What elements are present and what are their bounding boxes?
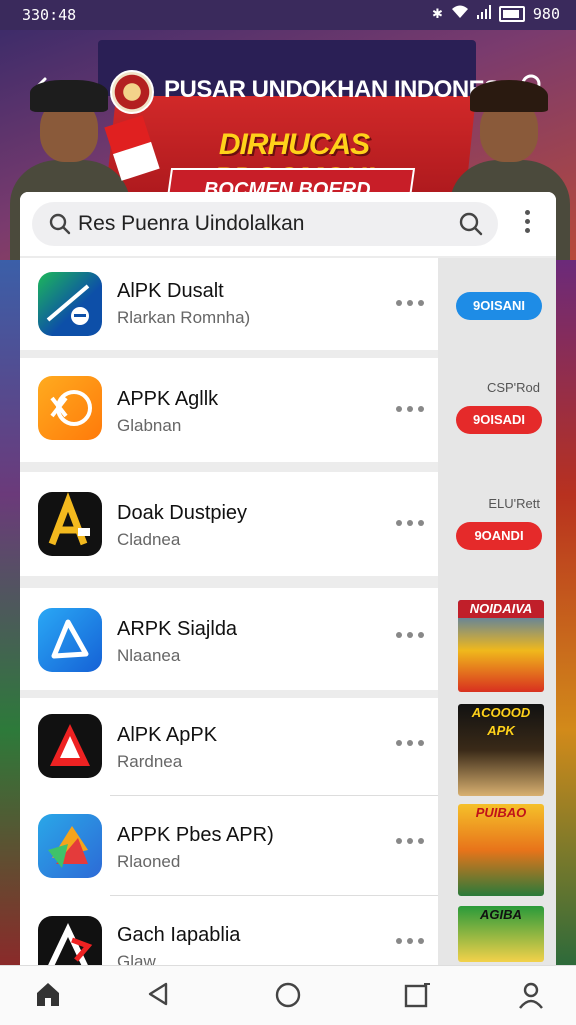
battery-text: 980 bbox=[532, 5, 560, 23]
list-item[interactable]: Gach Iapablia Glaw bbox=[20, 896, 438, 965]
price-label: CSP'Rod bbox=[486, 380, 540, 395]
app-icon bbox=[38, 814, 102, 878]
install-button[interactable]: 9OISADI bbox=[456, 406, 542, 434]
signal-icon bbox=[476, 5, 491, 23]
list-item[interactable]: APPK Agllk Glabnan bbox=[20, 358, 438, 462]
background-strip-right bbox=[556, 260, 576, 965]
more-icon[interactable] bbox=[396, 520, 424, 528]
more-icon[interactable] bbox=[396, 938, 424, 946]
status-bar: 330:48 ✱ 980 bbox=[0, 0, 576, 30]
status-icons: ✱ 980 bbox=[432, 5, 560, 23]
promo-thumbnail[interactable]: NOIDAIVA bbox=[458, 600, 544, 692]
background-strip-left bbox=[0, 260, 20, 965]
app-icon bbox=[38, 272, 102, 336]
search-bar-container: Res Puenra Uindolalkan bbox=[20, 192, 556, 256]
home-icon[interactable] bbox=[34, 980, 64, 1010]
promo-thumbnail[interactable]: PUIBAO bbox=[458, 804, 544, 896]
app-subtitle: Nlaanea bbox=[117, 646, 181, 665]
list-item[interactable]: ARPK Siajlda Nlaanea bbox=[20, 588, 438, 690]
app-name: APPK Pbes APR) bbox=[117, 824, 274, 846]
promo-thumbnail[interactable]: AGIBA bbox=[458, 906, 544, 962]
app-subtitle: Rlarkan Romnha) bbox=[117, 308, 251, 327]
app-icon bbox=[38, 608, 102, 672]
more-icon[interactable] bbox=[396, 740, 424, 748]
bottom-nav-bar bbox=[0, 965, 576, 1025]
price-label: ELU'Rett bbox=[488, 496, 540, 511]
bluetooth-icon: ✱ bbox=[432, 6, 443, 21]
right-column: 9OISANI CSP'Rod 9OISADI ELU'Rett 9OANDI … bbox=[438, 258, 556, 965]
app-subtitle: Cladnea bbox=[117, 530, 181, 549]
battery-icon bbox=[498, 6, 525, 22]
app-subtitle: Glabnan bbox=[117, 416, 182, 435]
more-icon[interactable] bbox=[396, 300, 424, 308]
app-icon bbox=[38, 714, 102, 778]
search-query: Res Puenra Uindolalkan bbox=[78, 212, 305, 235]
install-button[interactable]: 9OANDI bbox=[456, 522, 542, 550]
list-item[interactable]: APPK Pbes APR) Rlaoned bbox=[20, 796, 438, 896]
more-icon[interactable] bbox=[396, 838, 424, 846]
more-icon[interactable] bbox=[396, 632, 424, 640]
recents-square-icon[interactable] bbox=[402, 980, 432, 1010]
search-input[interactable]: Res Puenra Uindolalkan bbox=[32, 202, 498, 246]
app-subtitle: Rlaoned bbox=[117, 852, 181, 871]
app-icon bbox=[38, 376, 102, 440]
promo-thumbnail[interactable]: ACOOOD APK bbox=[458, 704, 544, 796]
app-name: Gach Iapablia bbox=[117, 924, 241, 946]
app-name: AlPK ApPK bbox=[117, 724, 218, 746]
circle-home-icon[interactable] bbox=[273, 980, 303, 1010]
app-name: ARPK Siajlda bbox=[117, 618, 238, 640]
more-icon[interactable] bbox=[396, 406, 424, 414]
list-item[interactable]: AlPK ApPK Rardnea bbox=[20, 698, 438, 796]
app-list-panel: Res Puenra Uindolalkan AlPK Dusalt Rlark… bbox=[20, 192, 556, 965]
more-options-icon[interactable] bbox=[522, 210, 532, 238]
list-item[interactable]: AlPK Dusalt Rlarkan Romnha) bbox=[20, 258, 438, 350]
app-icon bbox=[38, 916, 102, 965]
search-submit-icon[interactable] bbox=[458, 211, 484, 237]
status-time: 330:48 bbox=[22, 6, 77, 24]
search-icon bbox=[48, 212, 72, 236]
back-triangle-icon[interactable] bbox=[144, 980, 174, 1010]
profile-icon[interactable] bbox=[516, 980, 546, 1010]
app-subtitle: Glaw bbox=[117, 952, 156, 965]
app-name: Doak Dustpiey bbox=[117, 502, 248, 524]
install-button[interactable]: 9OISANI bbox=[456, 292, 542, 320]
wifi-icon bbox=[451, 5, 469, 23]
app-icon bbox=[38, 492, 102, 556]
app-name: AlPK Dusalt bbox=[117, 280, 224, 302]
app-name: APPK Agllk bbox=[117, 388, 219, 410]
app-subtitle: Rardnea bbox=[117, 752, 183, 771]
list-item[interactable]: Doak Dustpiey Cladnea bbox=[20, 472, 438, 576]
